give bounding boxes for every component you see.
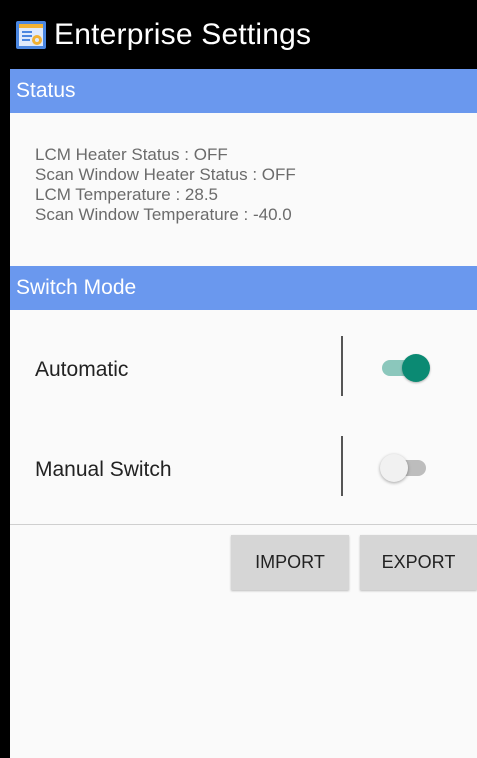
manual-switch-row[interactable]: Manual Switch [10, 436, 477, 504]
scan-window-heater-status: Scan Window Heater Status : OFF [35, 165, 296, 184]
title-bar: Enterprise Settings [10, 0, 477, 69]
manual-switch-label: Manual Switch [35, 458, 172, 481]
scan-window-temperature: Scan Window Temperature : -40.0 [35, 205, 292, 224]
automatic-label: Automatic [35, 358, 129, 381]
status-section-header: Status [10, 69, 477, 113]
section-divider [10, 524, 477, 525]
export-button[interactable]: EXPORT [360, 535, 477, 590]
import-button[interactable]: IMPORT [231, 535, 349, 590]
manual-switch-toggle[interactable] [380, 452, 434, 484]
automatic-toggle[interactable] [380, 352, 434, 384]
toggle-thumb [402, 354, 430, 382]
status-list: LCM Heater Status : OFF Scan Window Heat… [35, 145, 296, 225]
row-divider [341, 436, 343, 496]
toggle-thumb [380, 454, 408, 482]
app-window: Enterprise Settings Status LCM Heater St… [0, 0, 477, 758]
app-title: Enterprise Settings [54, 17, 312, 51]
lcm-heater-status: LCM Heater Status : OFF [35, 145, 228, 164]
automatic-row[interactable]: Automatic [10, 336, 477, 404]
settings-document-icon [14, 18, 48, 52]
switch-mode-section-header: Switch Mode [10, 266, 477, 310]
row-divider [341, 336, 343, 396]
lcm-temperature: LCM Temperature : 28.5 [35, 185, 218, 204]
